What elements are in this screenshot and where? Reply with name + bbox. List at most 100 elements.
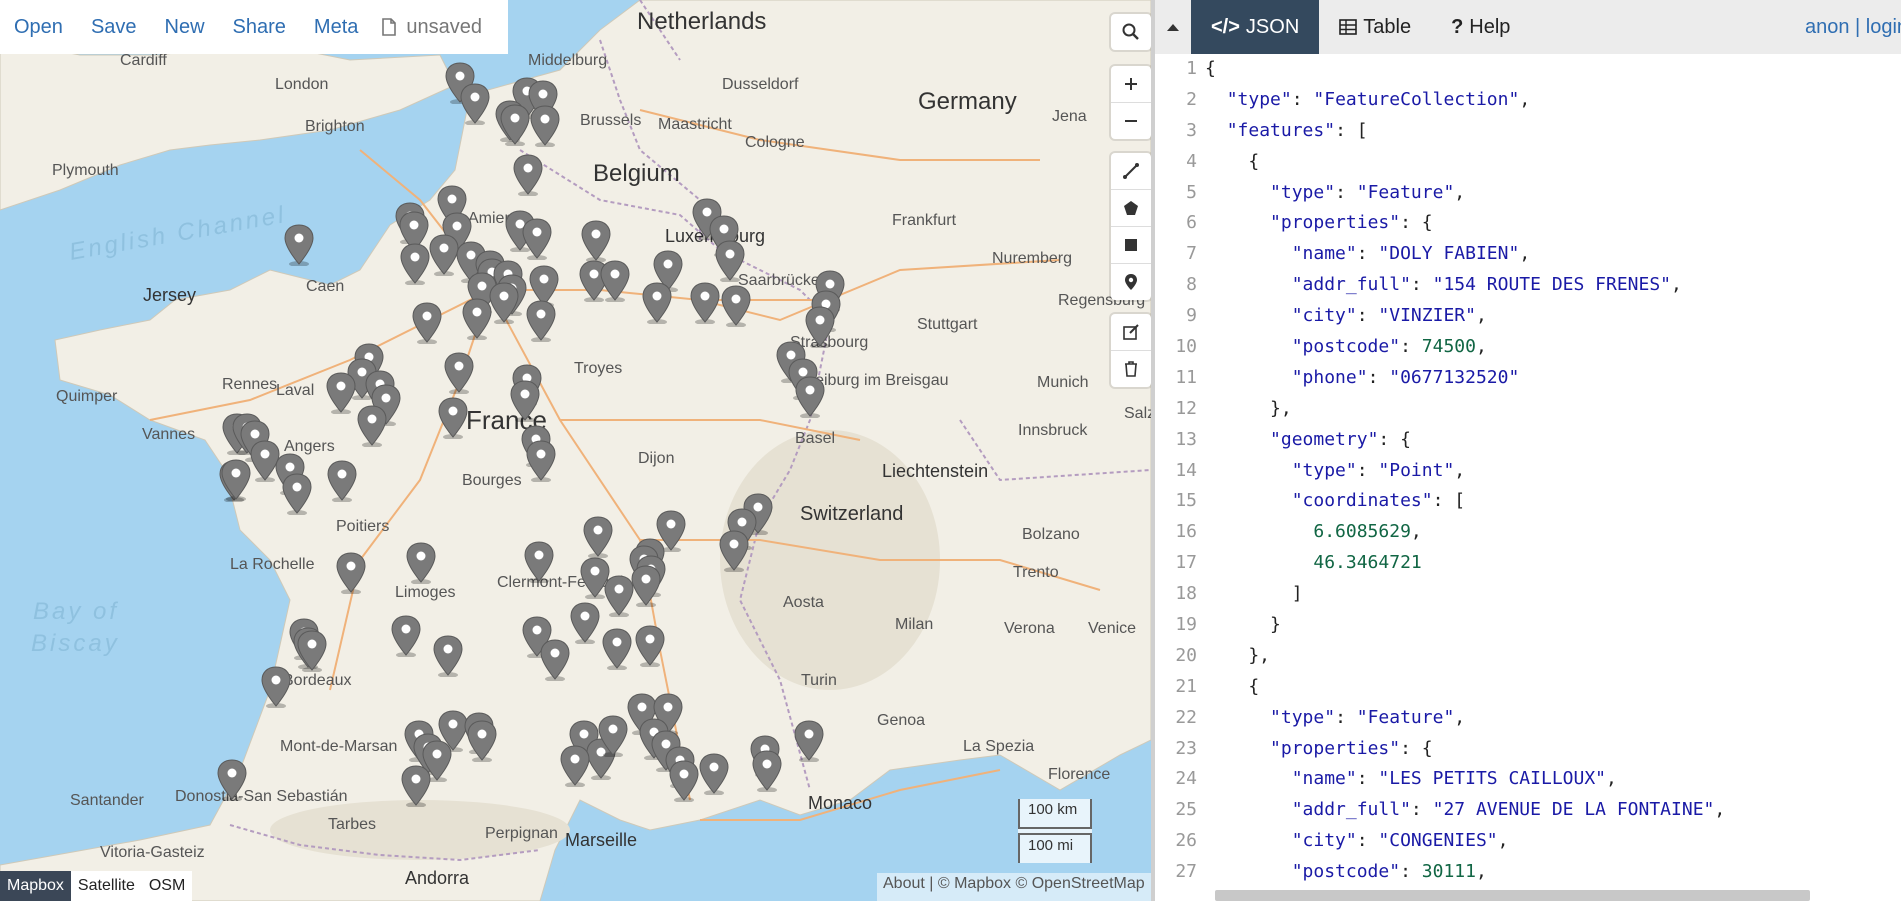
map-pin-marker[interactable] — [793, 720, 825, 762]
map-pin-marker[interactable] — [794, 376, 826, 418]
user-login-link[interactable]: anon | login — [1805, 16, 1901, 39]
delete-button[interactable] — [1111, 351, 1151, 387]
file-status: unsaved — [382, 16, 482, 39]
share-button[interactable]: Share — [233, 16, 286, 39]
map-pin-marker[interactable] — [260, 666, 292, 708]
code-line: 24 "name": "LES PETITS CAILLOUX", — [1155, 764, 1901, 796]
horizontal-scrollbar[interactable] — [1215, 890, 1810, 901]
line-text: "name": "LES PETITS CAILLOUX", — [1205, 764, 1617, 795]
map-pin-marker[interactable] — [509, 380, 541, 422]
layer-mapbox[interactable]: Mapbox — [0, 871, 71, 901]
map-pin-marker[interactable] — [668, 760, 700, 802]
draw-marker-button[interactable] — [1111, 264, 1151, 300]
question-icon: ? — [1451, 15, 1464, 38]
map-pin-marker[interactable] — [521, 218, 553, 260]
map-pin-marker[interactable] — [512, 154, 544, 196]
map-pin-marker[interactable] — [720, 285, 752, 327]
map-pin-marker[interactable] — [714, 240, 746, 282]
layer-osm[interactable]: OSM — [142, 871, 192, 901]
map-pin-marker[interactable] — [804, 306, 836, 348]
json-punct: : { — [1378, 428, 1411, 450]
map-pin-marker[interactable] — [601, 628, 633, 670]
map-pin-marker[interactable] — [698, 753, 730, 795]
map-pin-marker[interactable] — [539, 639, 571, 681]
map-attribution[interactable]: About | © Mapbox © OpenStreetMap — [877, 873, 1151, 901]
meta-button[interactable]: Meta — [314, 16, 358, 39]
tab-help[interactable]: ? Help — [1431, 0, 1530, 54]
open-button[interactable]: Open — [14, 16, 63, 39]
line-number: 18 — [1155, 579, 1205, 611]
code-line: 25 "addr_full": "27 AVENUE DE LA FONTAIN… — [1155, 795, 1901, 827]
json-punct: , — [1454, 459, 1466, 481]
marker-icon — [1125, 274, 1137, 290]
map-pin-marker[interactable] — [459, 83, 491, 125]
map-pane[interactable]: Netherlands Germany Belgium France Switz… — [0, 0, 1151, 901]
map-pin-marker[interactable] — [326, 460, 358, 502]
search-button[interactable] — [1111, 14, 1151, 50]
map-pin-marker[interactable] — [296, 630, 328, 672]
map-pin-marker[interactable] — [641, 282, 673, 324]
map-pin-marker[interactable] — [390, 615, 422, 657]
json-code-editor[interactable]: 1{2 "type": "FeatureCollection", 3 "featu… — [1155, 54, 1901, 888]
map-pin-marker[interactable] — [569, 602, 601, 644]
layer-satellite[interactable]: Satellite — [71, 871, 142, 901]
map-pin-marker[interactable] — [529, 105, 561, 147]
draw-polygon-button[interactable] — [1111, 190, 1151, 227]
json-key: "city" — [1291, 830, 1357, 852]
map-pin-marker[interactable] — [499, 104, 531, 146]
map-pin-marker[interactable] — [443, 352, 475, 394]
map-pin-marker[interactable] — [216, 759, 248, 801]
line-number: 27 — [1155, 857, 1205, 888]
map-pin-marker[interactable] — [335, 552, 367, 594]
map-pin-marker[interactable] — [432, 635, 464, 677]
map-pin-marker[interactable] — [718, 530, 750, 572]
map-pin-marker[interactable] — [582, 516, 614, 558]
map-pin-marker[interactable] — [399, 243, 431, 285]
line-number: 17 — [1155, 548, 1205, 580]
draw-rectangle-button[interactable] — [1111, 227, 1151, 264]
map-pin-marker[interactable] — [220, 459, 252, 501]
code-line: 14 "type": "Point", — [1155, 455, 1901, 487]
draw-line-button[interactable] — [1111, 153, 1151, 190]
edit-button[interactable] — [1111, 314, 1151, 351]
map-pin-marker[interactable] — [559, 745, 591, 787]
map-pin-marker[interactable] — [437, 397, 469, 439]
save-button[interactable]: Save — [91, 16, 137, 39]
map-pin-marker[interactable] — [281, 473, 313, 515]
plus-icon — [1125, 78, 1137, 90]
map-pin-marker[interactable] — [405, 542, 437, 584]
map-pin-marker[interactable] — [634, 625, 666, 667]
map-pin-marker[interactable] — [630, 565, 662, 607]
json-punct: : [ — [1335, 119, 1368, 141]
map-pin-marker[interactable] — [325, 372, 357, 414]
map-pin-marker[interactable] — [689, 282, 721, 324]
code-line: 11 "phone": "0677132520" — [1155, 362, 1901, 394]
map-pin-marker[interactable] — [580, 220, 612, 262]
map-pin-marker[interactable] — [599, 260, 631, 302]
new-button[interactable]: New — [165, 16, 205, 39]
json-punct: , — [1497, 830, 1509, 852]
zoom-out-button[interactable] — [1111, 103, 1151, 139]
map-pin-marker[interactable] — [523, 541, 555, 583]
map-pin-marker[interactable] — [411, 302, 443, 344]
json-punct: : { — [1400, 212, 1433, 234]
map-pin-marker[interactable] — [597, 715, 629, 757]
zoom-in-button[interactable] — [1111, 66, 1151, 103]
map-pin-marker[interactable] — [751, 750, 783, 792]
json-punct — [1205, 336, 1292, 357]
json-punct: { — [1205, 150, 1260, 172]
map-pin-marker[interactable] — [466, 720, 498, 762]
tab-table-label: Table — [1363, 15, 1412, 38]
map-pin-marker[interactable] — [356, 405, 388, 447]
json-key: "postcode" — [1291, 861, 1401, 883]
map-pin-marker[interactable] — [461, 298, 493, 340]
collapse-pane-button[interactable] — [1155, 0, 1191, 54]
map-pin-marker[interactable] — [525, 440, 557, 482]
tab-table[interactable]: Table — [1319, 0, 1431, 54]
map-pin-marker[interactable] — [283, 224, 315, 266]
tab-json[interactable]: </> JSON — [1191, 0, 1320, 54]
map-pin-marker[interactable] — [525, 300, 557, 342]
json-punct: , — [1454, 181, 1466, 203]
map-pin-marker[interactable] — [400, 765, 432, 807]
json-punct: : — [1356, 830, 1379, 852]
